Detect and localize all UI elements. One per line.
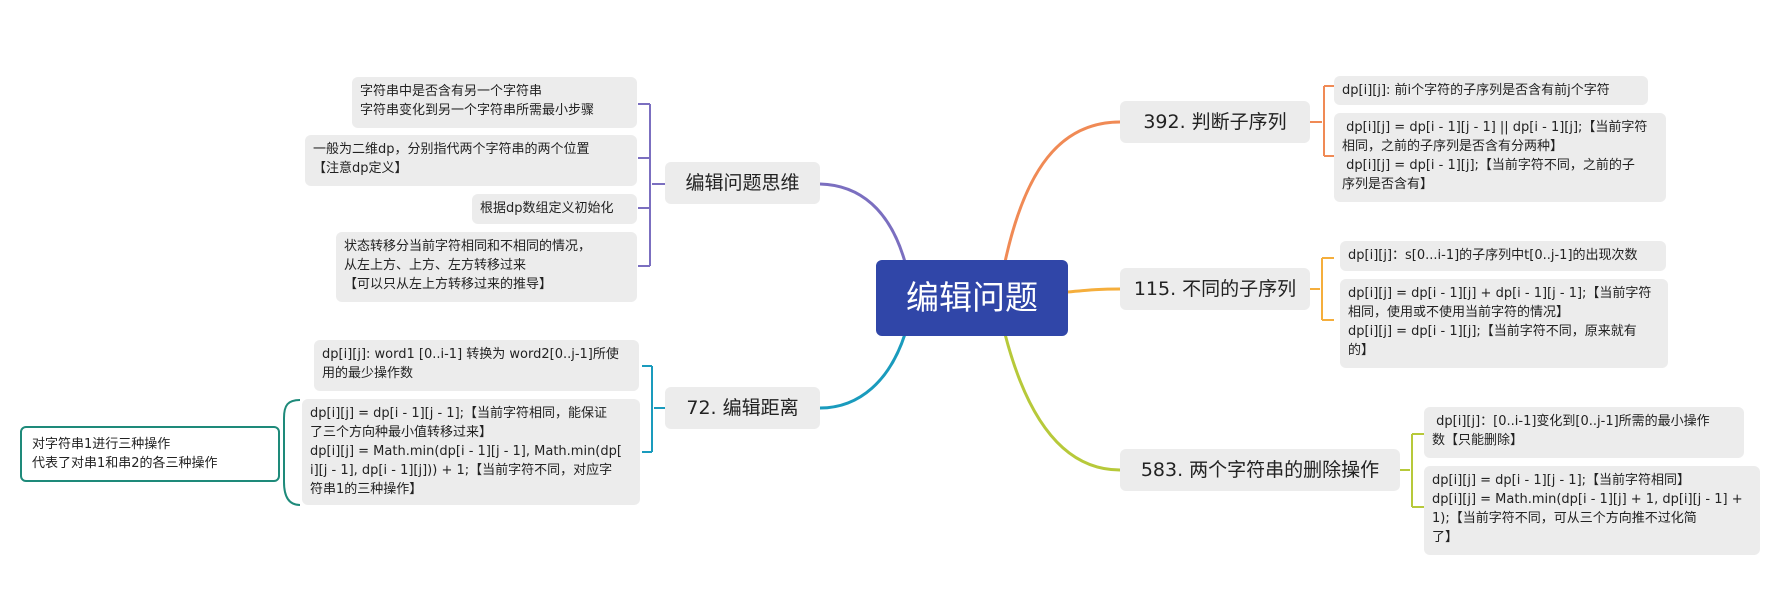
- branch-thinking[interactable]: 编辑问题思维: [665, 162, 820, 204]
- bracket-thinking: [638, 103, 665, 267]
- thinking-note-3: 根据dp数组定义初始化: [472, 194, 637, 224]
- connector-root-subsequence: [1003, 120, 1121, 263]
- delete-note-2: dp[i][j] = dp[i - 1][j - 1];【当前字符相同】 dp[…: [1424, 466, 1760, 555]
- thinking-note-2: 一般为二维dp，分别指代两个字符串的两个位置 【注意dp定义】: [305, 135, 637, 186]
- edit-distance-note-2: dp[i][j] = dp[i - 1][j - 1];【当前字符相同，能保证 …: [302, 399, 640, 505]
- brace-summary: [283, 399, 301, 506]
- connector-root-edit-distance: [819, 333, 907, 410]
- subsequence-note-1: dp[i][j]: 前i个字符的子序列是否含有前j个字符: [1334, 76, 1648, 105]
- edit-distance-note-1: dp[i][j]: word1 [0..i-1] 转换为 word2[0..j-…: [314, 340, 639, 391]
- summary-note: 对字符串1进行三种操作 代表了对串1和串2的各三种操作: [20, 426, 280, 482]
- distinct-note-1: dp[i][j]：s[0...i-1]的子序列中t[0..j-1]的出现次数: [1340, 241, 1666, 271]
- branch-delete[interactable]: 583. 两个字符串的删除操作: [1120, 449, 1400, 491]
- bracket-distinct: [1310, 257, 1334, 321]
- connector-root-distinct: [1067, 287, 1121, 294]
- branch-subsequence[interactable]: 392. 判断子序列: [1120, 101, 1310, 143]
- subsequence-note-2: dp[i][j] = dp[i - 1][j - 1] || dp[i - 1]…: [1334, 113, 1666, 202]
- connector-root-thinking: [819, 182, 907, 263]
- connector-root-delete: [1003, 333, 1121, 472]
- root-node[interactable]: 编辑问题: [876, 260, 1068, 336]
- distinct-note-2: dp[i][j] = dp[i - 1][j] + dp[i - 1][j - …: [1340, 279, 1668, 368]
- delete-note-1: dp[i][j]：[0..i-1]变化到[0..j-1]所需的最小操作 数【只能…: [1424, 407, 1744, 458]
- branch-distinct[interactable]: 115. 不同的子序列: [1120, 268, 1310, 310]
- bracket-delete: [1400, 433, 1424, 508]
- bracket-subsequence: [1310, 85, 1334, 157]
- thinking-note-1: 字符串中是否含有另一个字符串 字符串变化到另一个字符串所需最小步骤: [352, 77, 637, 128]
- thinking-note-4: 状态转移分当前字符相同和不相同的情况， 从左上方、上方、左方转移过来 【可以只从…: [336, 232, 637, 302]
- branch-edit-distance[interactable]: 72. 编辑距离: [665, 387, 820, 429]
- bracket-edit-distance: [642, 365, 665, 453]
